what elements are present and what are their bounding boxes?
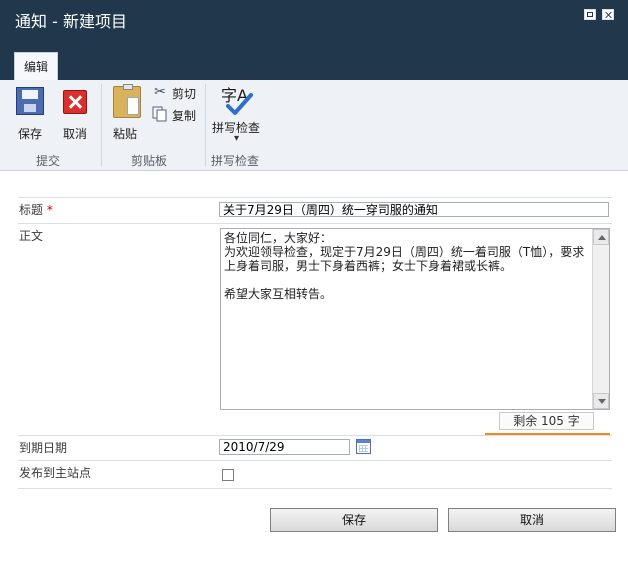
due-date-input[interactable]: [219, 439, 350, 455]
ribbon-tabstrip: 编辑: [0, 38, 628, 80]
row-divider: [18, 223, 612, 224]
dialog-window: 通知 - 新建项目 编辑 保存 取消 粘贴 ✂ 剪切 复制 字A 拼写检查 ▾ …: [0, 0, 628, 572]
maximize-icon[interactable]: [584, 9, 596, 20]
copy-ribbon-button[interactable]: 复制: [152, 105, 198, 123]
scissors-icon: ✂: [154, 84, 166, 100]
paste-button-label: 粘贴: [113, 127, 138, 141]
due-date-label: 到期日期: [19, 441, 68, 455]
required-marker: *: [46, 203, 53, 217]
form-area: 标题 * 正文 各位同仁，大家好： 为欢迎领导检查，现定于7月29日（周四）统一…: [0, 171, 628, 572]
body-textarea[interactable]: 各位同仁，大家好： 为欢迎领导检查，现定于7月29日（周四）统一着司服（T恤），…: [220, 228, 610, 410]
row-divider: [18, 435, 612, 436]
save-ribbon-button[interactable]: 保存: [16, 87, 46, 141]
cut-button-label: 剪切: [172, 87, 197, 101]
cancel-button[interactable]: 取消: [448, 508, 616, 532]
row-divider: [18, 488, 612, 489]
title-bar: 通知 - 新建项目: [0, 0, 628, 39]
row-divider: [18, 197, 612, 198]
dropdown-arrow-icon: ▾: [234, 133, 240, 144]
body-scrollbar[interactable]: [592, 229, 609, 409]
tab-edit[interactable]: 编辑: [14, 52, 58, 80]
body-text: 各位同仁，大家好： 为欢迎领导检查，现定于7月29日（周四）统一着司服（T恤），…: [224, 231, 585, 301]
ribbon: 保存 取消 粘贴 ✂ 剪切 复制 字A 拼写检查 ▾ 提交 剪贴板 拼写检查: [0, 80, 628, 171]
spell-check-icon: 字A: [221, 86, 253, 116]
copy-icon: [152, 106, 168, 122]
group-label-clipboard: 剪贴板: [131, 154, 168, 168]
group-divider: [101, 84, 102, 166]
title-input[interactable]: [219, 202, 609, 217]
paste-ribbon-button[interactable]: 粘贴: [113, 84, 143, 141]
body-label: 正文: [19, 229, 44, 243]
calendar-icon[interactable]: [356, 439, 371, 454]
cancel-ribbon-button[interactable]: 取消: [63, 90, 93, 141]
row-divider: [18, 460, 612, 461]
copy-button-label: 复制: [172, 109, 197, 123]
paste-icon: [113, 84, 141, 118]
save-button-label: 保存: [18, 127, 43, 141]
cancel-button-label: 取消: [63, 127, 88, 141]
title-label: 标题 *: [19, 201, 53, 218]
spell-check-ribbon-button[interactable]: 字A 拼写检查 ▾: [212, 86, 266, 150]
publish-checkbox[interactable]: [222, 469, 234, 481]
cut-ribbon-button[interactable]: ✂ 剪切: [152, 83, 198, 101]
dialog-title: 通知 - 新建项目: [15, 12, 127, 31]
close-icon[interactable]: [602, 9, 614, 20]
scroll-down-icon[interactable]: [593, 393, 609, 409]
cancel-icon: [63, 90, 87, 114]
group-label-submit: 提交: [36, 154, 61, 168]
remaining-counter: 剩余 105 字: [499, 412, 594, 430]
scroll-up-icon[interactable]: [593, 229, 609, 245]
group-divider: [205, 84, 206, 166]
title-label-text: 标题: [19, 203, 44, 217]
save-icon: [16, 87, 44, 115]
save-button[interactable]: 保存: [270, 508, 438, 532]
publish-label: 发布到主站点: [19, 466, 92, 480]
group-label-spelling: 拼写检查: [211, 154, 260, 168]
